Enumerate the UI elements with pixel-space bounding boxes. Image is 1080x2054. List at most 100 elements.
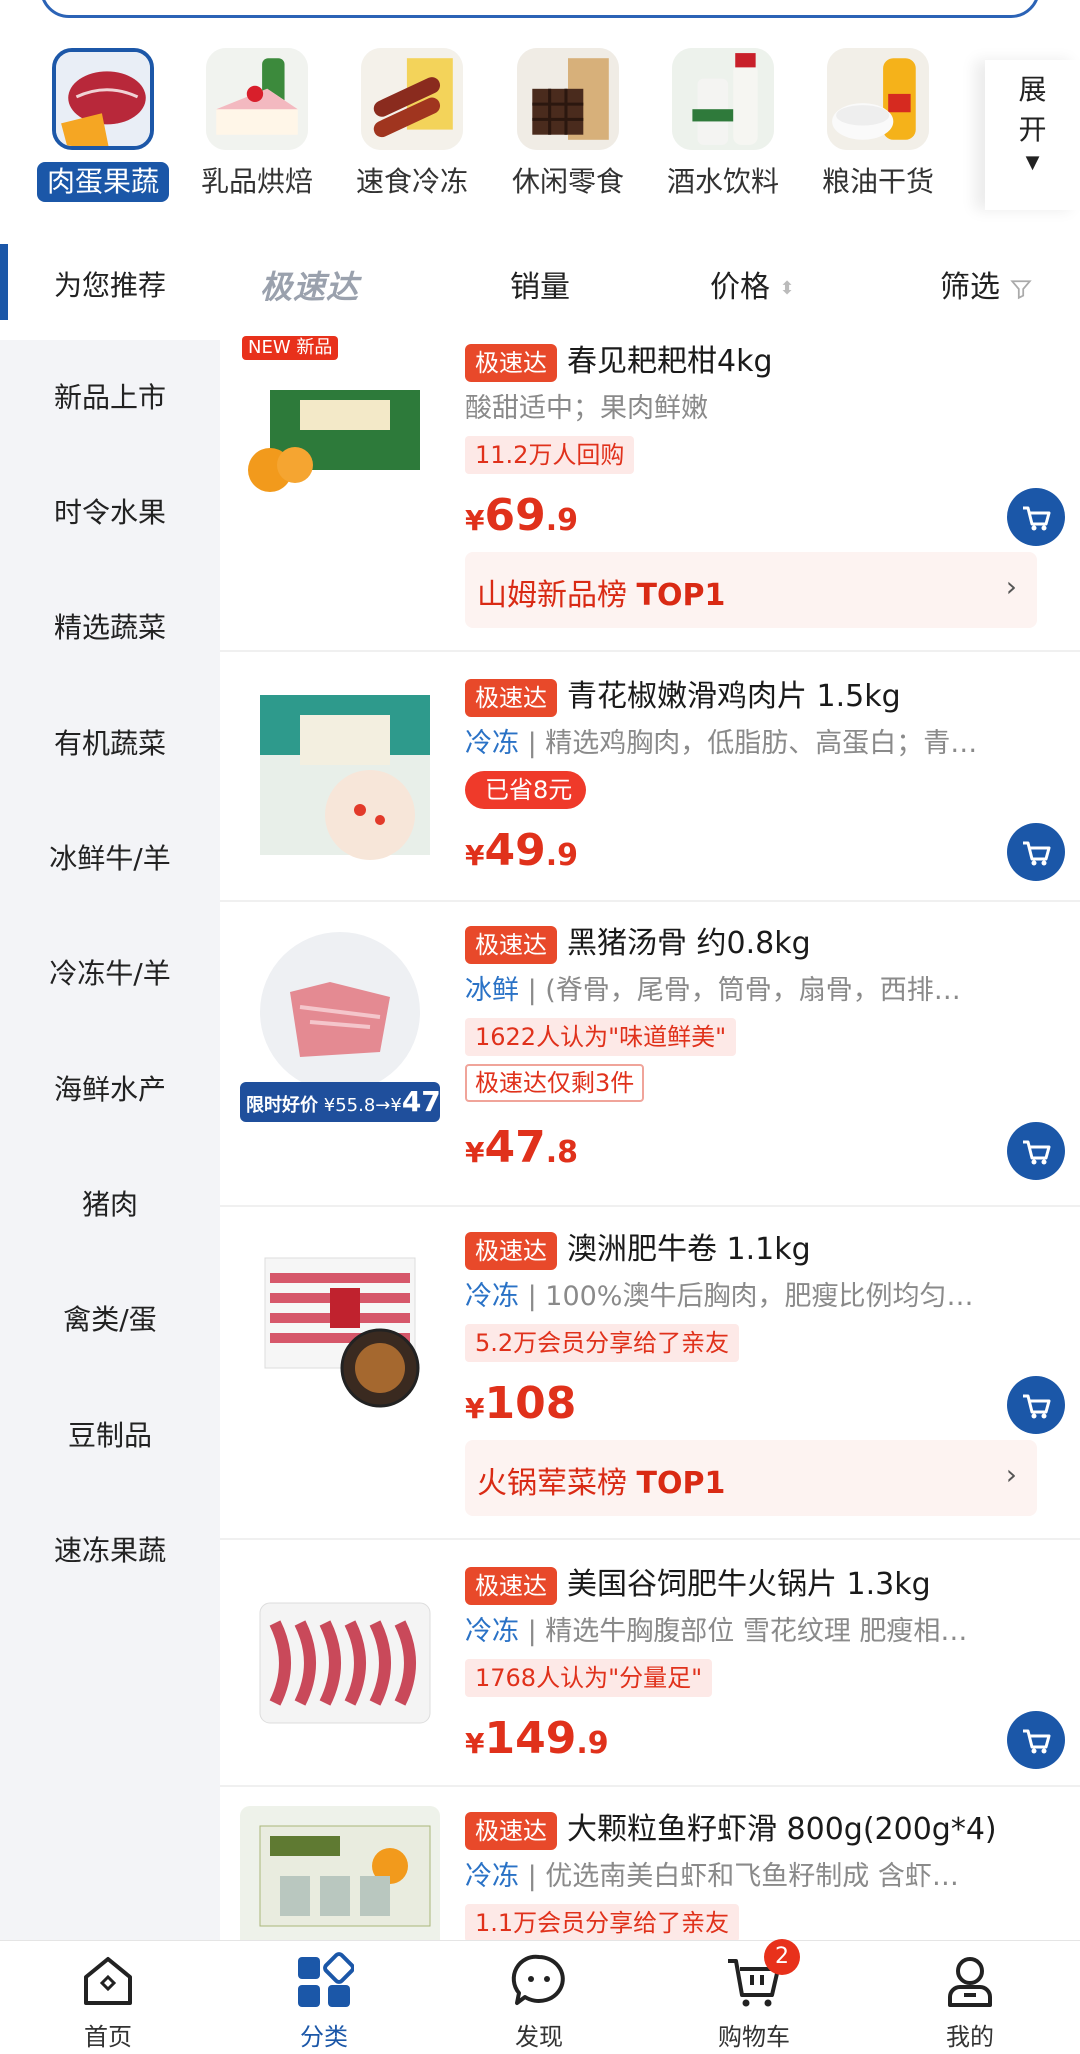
product-image[interactable] (240, 1563, 440, 1763)
nav-cart[interactable]: 2 购物车 (674, 1939, 834, 2052)
ranking-bar[interactable]: 火锅荤菜榜 TOP1 › (465, 1440, 1037, 1516)
promo-price-strip: 限时好价 ¥55.8→¥47.8 (240, 1082, 458, 1122)
product-subtitle: 冷冻 | 精选鸡胸肉，低脂肪、高蛋白；青… (465, 728, 978, 759)
storage-type: 冷冻 (465, 1281, 519, 1312)
product-image[interactable] (240, 675, 440, 875)
fast-delivery-badge: 极速达 (465, 1566, 557, 1605)
sidebar-item-tofu[interactable]: 豆制品 (0, 1414, 220, 1454)
product-price: ¥69.9 (465, 490, 578, 541)
repurchase-tag: 11.2万人回购 (465, 436, 635, 474)
nav-profile[interactable]: 我的 (890, 1951, 1050, 2052)
filter-icon (1009, 279, 1032, 299)
review-tag: 1622人认为"味道鲜美" (465, 1018, 737, 1056)
triangle-down-icon: ▼ (1025, 152, 1040, 173)
fast-delivery-badge: 极速达 (465, 1231, 557, 1270)
category-grain-oil[interactable]: 粮油干货 (803, 48, 953, 202)
storage-type: 冰鲜 (465, 975, 519, 1006)
sort-price-label: 价格 (710, 270, 770, 305)
product-name: 春见耙耙柑4kg (567, 344, 773, 379)
product-name: 青花椒嫩滑鸡肉片 1.5kg (567, 679, 901, 714)
product-card[interactable]: 极速达 澳洲肥牛卷 1.1kg 冷冻 | 100%澳牛后胸肉，肥瘦比例均匀… 5.… (220, 1218, 1080, 1538)
sort-bar: 极速达 销量 价格 ⬍ 筛选 (220, 236, 1080, 326)
filter-button[interactable]: 筛选 (940, 262, 1032, 306)
product-price: ¥47.8 (465, 1122, 578, 1173)
cart-icon (1023, 1140, 1051, 1165)
sort-sales[interactable]: 销量 (510, 262, 570, 306)
category-label: 休闲零食 (511, 165, 624, 198)
product-subtitle: 冷冻 | 精选牛胸腹部位 雪花纹理 肥瘦相… (465, 1616, 968, 1647)
filter-label: 筛选 (940, 270, 1000, 305)
product-title: 极速达 青花椒嫩滑鸡肉片 1.5kg (465, 675, 1065, 719)
sidebar-item-pork[interactable]: 猪肉 (0, 1183, 220, 1223)
dairy-bakery-icon (206, 48, 308, 150)
sidebar-item-recommend[interactable]: 为您推荐 (0, 240, 220, 340)
add-to-cart-button[interactable] (1007, 823, 1065, 881)
product-image[interactable] (240, 1806, 440, 1940)
divider (220, 1785, 1080, 1787)
nav-category[interactable]: 分类 (244, 1951, 404, 2052)
meat-fruit-icon (52, 48, 154, 150)
product-title: 极速达 春见耙耙柑4kg (465, 340, 1065, 384)
product-card[interactable]: 极速达 青花椒嫩滑鸡肉片 1.5kg 冷冻 | 精选鸡胸肉，低脂肪、高蛋白；青… … (220, 665, 1080, 885)
expand-categories-button[interactable]: 展 开 ▼ (985, 60, 1080, 210)
sidebar-item-frozen-veg[interactable]: 速冻果蔬 (0, 1529, 220, 1569)
category-label: 肉蛋果蔬 (36, 162, 169, 202)
category-dairy-bakery[interactable]: 乳品烘焙 (182, 48, 332, 202)
add-to-cart-button[interactable] (1007, 1711, 1065, 1769)
category-sidebar: 为您推荐 新品上市 时令水果 精选蔬菜 有机蔬菜 冰鲜牛/羊 冷冻牛/羊 海鲜水… (0, 240, 220, 1940)
cart-icon (1023, 1729, 1051, 1754)
category-meat-fruit[interactable]: 肉蛋果蔬 (28, 48, 178, 202)
sidebar-item-vegetables[interactable]: 精选蔬菜 (0, 606, 220, 646)
discover-icon (509, 1951, 569, 2011)
sidebar-item-new[interactable]: 新品上市 (0, 376, 220, 416)
savings-tag: 已省8元 (465, 771, 587, 809)
sidebar-item-frozen-beef[interactable]: 冷冻牛/羊 (0, 952, 220, 992)
product-image[interactable] (240, 1228, 440, 1428)
expand-label-2: 开 (1018, 113, 1047, 146)
ranking-text: 山姆新品榜 TOP1 (477, 578, 726, 613)
grain-oil-icon (827, 48, 929, 150)
category-drinks[interactable]: 酒水饮料 (648, 48, 798, 202)
product-subtitle: 酸甜适中；果肉鲜嫩 (465, 393, 708, 424)
sidebar-item-chilled-beef[interactable]: 冰鲜牛/羊 (0, 837, 220, 877)
sidebar-item-seafood[interactable]: 海鲜水产 (0, 1068, 220, 1108)
home-icon (78, 1951, 138, 2011)
nav-home[interactable]: 首页 (28, 1951, 188, 2052)
nav-discover[interactable]: 发现 (459, 1951, 619, 2052)
nav-label: 分类 (300, 2023, 348, 2051)
category-snack[interactable]: 休闲零食 (493, 48, 643, 202)
sidebar-item-organic[interactable]: 有机蔬菜 (0, 722, 220, 762)
cart-icon (1023, 1394, 1051, 1419)
add-to-cart-button[interactable] (1007, 1122, 1065, 1180)
product-price: ¥108 (465, 1378, 577, 1429)
product-subtitle: 冰鲜 | (脊骨，尾骨，筒骨，扇骨，西排… (465, 975, 961, 1006)
storage-type: 冷冻 (465, 1861, 519, 1892)
category-strip: 肉蛋果蔬 乳品烘焙 速食冷冻 休闲零食 酒水饮料 粮油干货 展 开 ▼ (0, 40, 1080, 210)
sidebar-item-poultry[interactable]: 禽类/蛋 (0, 1298, 220, 1338)
product-image[interactable] (240, 340, 440, 540)
sidebar-item-seasonal-fruit[interactable]: 时令水果 (0, 491, 220, 531)
share-tag: 5.2万会员分享给了亲友 (465, 1324, 740, 1362)
frozen-food-icon (361, 48, 463, 150)
sort-fast-delivery[interactable]: 极速达 (260, 262, 359, 308)
ranking-bar[interactable]: 山姆新品榜 TOP1 › (465, 552, 1037, 628)
product-card[interactable]: 极速达 美国谷饲肥牛火锅片 1.3kg 冷冻 | 精选牛胸腹部位 雪花纹理 肥瘦相… (220, 1553, 1080, 1783)
add-to-cart-button[interactable] (1007, 488, 1065, 546)
product-title: 极速达 美国谷饲肥牛火锅片 1.3kg (465, 1563, 1065, 1607)
product-card[interactable]: NEW 新品 极速达 春见耙耙柑4kg 酸甜适中；果肉鲜嫩 11.2万人回购 ¥6… (220, 330, 1080, 650)
sort-price[interactable]: 价格 ⬍ (710, 262, 795, 306)
product-name: 黑猪汤骨 约0.8kg (567, 926, 811, 961)
category-frozen[interactable]: 速食冷冻 (337, 48, 487, 202)
divider (220, 1205, 1080, 1207)
search-bar[interactable] (40, 0, 1040, 18)
add-to-cart-button[interactable] (1007, 1376, 1065, 1434)
fast-delivery-badge: 极速达 (465, 925, 557, 964)
product-card[interactable]: 极速达 大颗粒鱼籽虾滑 800g(200g*4) 冷冻 | 优选南美白虾和飞鱼籽制… (220, 1798, 1080, 1940)
sidebar-item-label: 为您推荐 (53, 269, 166, 302)
product-subtitle: 冷冻 | 100%澳牛后胸肉，肥瘦比例均匀… (465, 1281, 974, 1312)
ranking-text: 火锅荤菜榜 TOP1 (477, 1466, 726, 1501)
product-card[interactable]: 限时好价 ¥55.8→¥47.8 极速达 黑猪汤骨 约0.8kg 冰鲜 | (脊骨… (220, 912, 1080, 1197)
expand-label-1: 展 (1018, 73, 1047, 106)
category-icon (294, 1951, 355, 2011)
category-label: 乳品烘焙 (200, 165, 313, 198)
